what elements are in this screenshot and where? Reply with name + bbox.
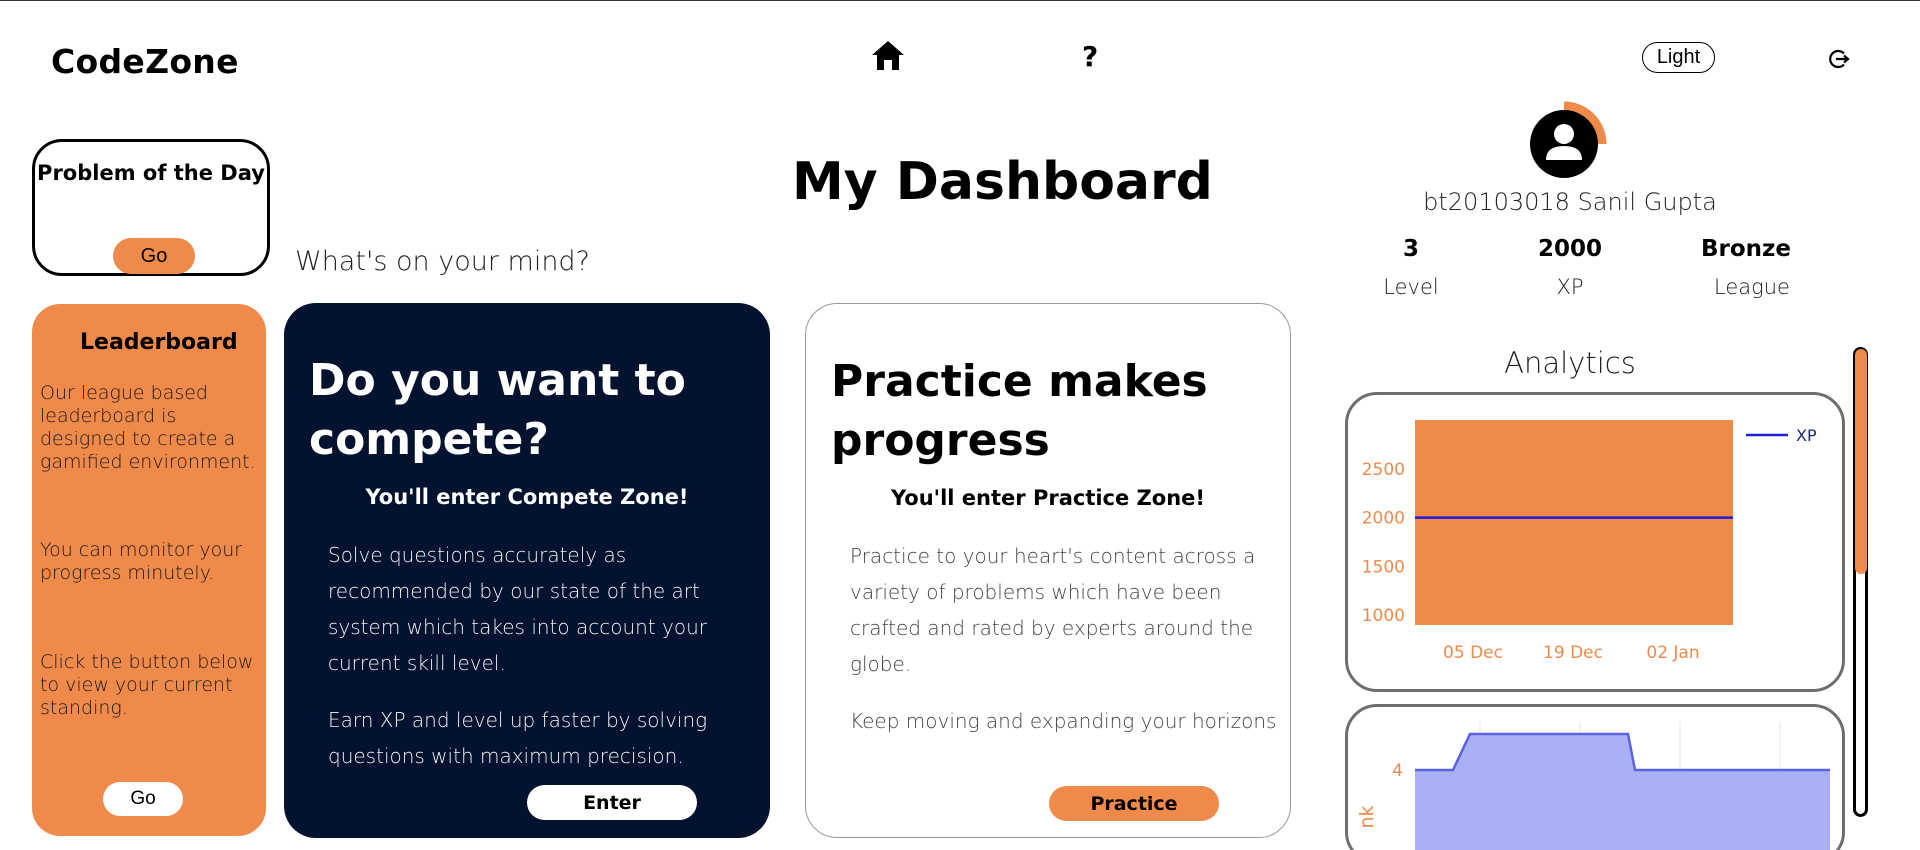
legend-label: XP (1796, 426, 1817, 445)
brand-logo[interactable]: CodeZone (51, 42, 239, 81)
stat-value: 2000 (1537, 236, 1602, 262)
practice-heading: Practice makes progress (831, 356, 1208, 466)
mind-prompt: What's on your mind? (295, 246, 590, 277)
rank-chart: 4 nk (1356, 722, 1830, 850)
y-tick-label: 2500 (1362, 460, 1405, 480)
compete-text: Solve questions accurately as recommende… (328, 543, 708, 675)
stat-label: League (1714, 275, 1790, 299)
compete-text: Earn XP and level up faster by solving q… (328, 708, 708, 768)
potd-go-button[interactable]: Go (113, 238, 195, 274)
theme-toggle-button[interactable]: Light (1642, 42, 1715, 73)
xp-chart-card: 1000 1500 2000 2500 05 Dec 19 Dec 02 Jan XP (1345, 392, 1845, 692)
stat-label: XP (1556, 275, 1584, 299)
home-icon[interactable] (870, 38, 906, 72)
stat-league: Bronze League (1666, 236, 1826, 299)
x-tick-label: 05 Dec (1443, 643, 1503, 663)
avatar[interactable] (1526, 98, 1610, 182)
potd-title: Problem of the Day (37, 161, 265, 185)
analytics-title: Analytics (1504, 346, 1636, 380)
leaderboard-title: Leaderboard (80, 330, 238, 355)
leaderboard-go-button[interactable]: Go (103, 782, 183, 816)
y-tick-label: 4 (1392, 761, 1403, 781)
practice-text: Practice to your heart's content across … (850, 544, 1256, 676)
stat-label: Level (1383, 275, 1439, 299)
xp-chart: 1000 1500 2000 2500 05 Dec 19 Dec 02 Jan XP (1362, 420, 1817, 663)
practice-subheading: You'll enter Practice Zone! (891, 486, 1205, 510)
leaderboard-card: Leaderboard Our league based leaderboard… (32, 304, 266, 836)
enter-practice-button[interactable]: Practice (1049, 786, 1219, 821)
x-tick-label: 02 Jan (1646, 643, 1699, 663)
compete-heading: Do you want to compete? (309, 355, 686, 465)
logout-icon[interactable] (1826, 47, 1850, 71)
leaderboard-text: You can monitor your progress minutely. (40, 539, 243, 584)
stat-value: Bronze (1700, 236, 1792, 262)
x-tick-label: 19 Dec (1543, 643, 1603, 663)
stat-level: 3 Level (1331, 236, 1491, 299)
rank-chart-card: 4 nk (1345, 704, 1845, 850)
rank-area (1415, 734, 1830, 850)
leaderboard-text: Our league based leaderboard is designed… (40, 382, 256, 473)
y-tick-label: 1000 (1362, 606, 1405, 626)
problem-of-the-day-card: Problem of the Day Go (32, 139, 270, 276)
practice-text: Keep moving and expanding your horizons (850, 709, 1277, 733)
scrollbar-thumb[interactable] (1855, 349, 1867, 574)
y-tick-label: 1500 (1362, 557, 1405, 577)
practice-card: Practice makes progress You'll enter Pra… (805, 303, 1291, 838)
y-tick-label: 2000 (1362, 509, 1405, 529)
compete-card: Do you want to compete? You'll enter Com… (284, 303, 770, 838)
stat-value: 3 (1402, 236, 1419, 262)
enter-compete-button[interactable]: Enter (527, 785, 697, 820)
y-axis-label: nk (1356, 805, 1378, 828)
stat-xp: 2000 XP (1490, 236, 1650, 299)
plot-area (1415, 420, 1733, 625)
user-name: bt20103018 Sanil Gupta (1423, 188, 1717, 216)
page-title: My Dashboard (792, 152, 1213, 212)
compete-subheading: You'll enter Compete Zone! (365, 485, 689, 509)
leaderboard-text: Click the button below to view your curr… (40, 651, 254, 719)
help-button[interactable]: ? (1082, 40, 1098, 73)
top-border (0, 0, 1920, 1)
